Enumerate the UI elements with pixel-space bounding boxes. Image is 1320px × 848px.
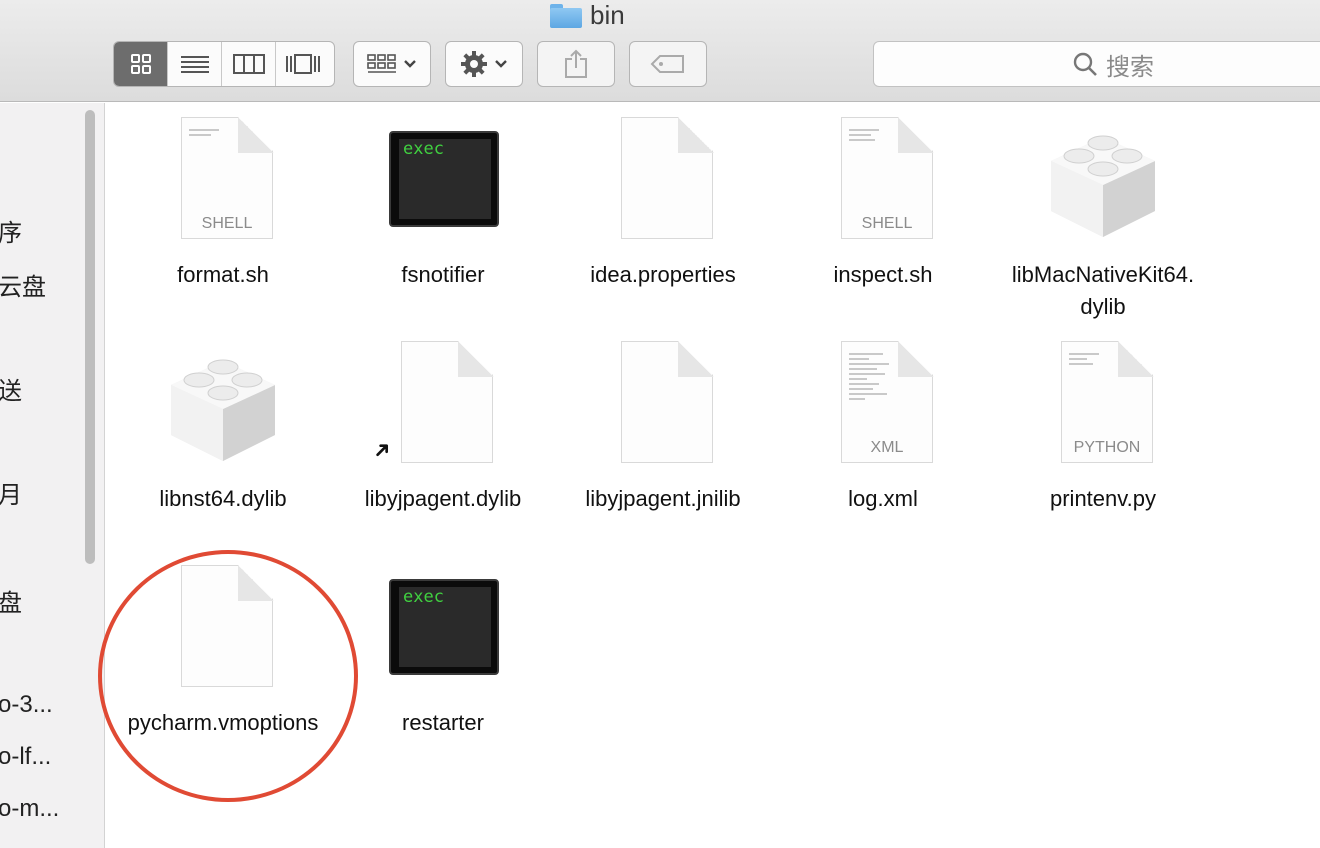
file-type-badge: PYTHON [1073,439,1141,456]
file-item-fsnotifier[interactable]: exec fsnotifier [343,103,543,291]
terminal-exec-icon: exec [389,131,499,227]
sidebar-item[interactable]: 云盘 [0,267,46,302]
arrange-button[interactable] [353,41,431,87]
window-title-text: bin [590,0,625,30]
file-name: printenv.py [1050,486,1156,511]
file-name: libyjpagent.jnilib [585,486,741,511]
exec-label: exec [403,587,444,607]
columns-icon [232,54,265,74]
search-field[interactable]: 搜索 [873,41,1320,87]
file-name: libnst64.dylib [159,486,287,511]
sidebar-item[interactable]: o-lf... [0,743,51,771]
list-icon [180,56,209,73]
cover-flow-icon [286,54,320,74]
search-icon [1073,52,1097,76]
list-view-button[interactable] [168,42,222,86]
file-name: log.xml [848,486,918,511]
sidebar-item[interactable]: 盘 [0,583,22,618]
sidebar-item[interactable]: o-m... [0,795,59,823]
tags-button[interactable] [629,41,707,87]
file-item-inspect-sh[interactable]: SHELL inspect.sh [783,103,983,291]
gear-icon [461,51,487,77]
file-item-restarter[interactable]: exec restarter [343,551,543,739]
sidebar-item[interactable]: 月 [0,475,22,510]
file-item-log-xml[interactable]: XML log.xml [783,327,983,515]
file-name: libMacNativeKit64.dylib [1011,262,1195,319]
chevron-down-icon [404,60,416,68]
file-name: idea.properties [590,262,736,287]
cover-flow-view-button[interactable] [276,42,330,86]
file-item-idea-properties[interactable]: idea.properties [563,103,763,291]
file-item-format-sh[interactable]: SHELL format.sh [123,103,323,291]
finder-toolbar: bin 搜索 [0,0,1320,102]
file-name: restarter [402,710,484,735]
file-type-badge: SHELL [861,215,913,232]
sidebar-item[interactable]: o-3... [0,691,53,719]
dylib-lego-icon [171,359,275,461]
file-item-libyjpagent-dylib[interactable]: ➜ libyjpagent.dylib [343,327,543,515]
file-name: libyjpagent.dylib [364,486,522,511]
tag-icon [650,55,684,73]
arrange-grid-icon [367,54,396,73]
file-item-libyjpagent-jnilib[interactable]: libyjpagent.jnilib [563,327,763,515]
sidebar-scrollbar[interactable] [82,107,98,567]
sidebar-item[interactable]: 序 [0,213,22,248]
file-name: fsnotifier [401,262,485,287]
terminal-exec-icon: exec [389,579,499,675]
action-button[interactable] [445,41,523,87]
file-type-badge: XML [870,439,904,456]
chevron-down-icon [495,60,507,68]
file-item-libmacnativekit64[interactable]: libMacNativeKit64.dylib [1003,103,1203,323]
search-placeholder: 搜索 [1106,53,1154,81]
column-view-button[interactable] [222,42,276,86]
file-item-printenv-py[interactable]: PYTHON printenv.py [1003,327,1203,515]
highlight-circle-annotation [98,550,358,802]
share-button[interactable] [537,41,615,87]
exec-label: exec [403,139,444,159]
file-name: format.sh [177,262,269,287]
alias-arrow-icon: ➜ [366,434,398,466]
share-icon [565,49,587,78]
sidebar: 序 云盘 送 月 盘 o-3... o-lf... o-m... [0,103,105,848]
file-type-badge: SHELL [201,215,253,232]
window-title: bin [550,0,625,30]
grid-icon [130,54,151,74]
view-mode-switcher [113,41,335,87]
file-name: inspect.sh [833,262,933,287]
file-item-libnst64[interactable]: libnst64.dylib [123,327,323,515]
sidebar-item[interactable]: 送 [0,371,22,406]
dylib-lego-icon [1051,135,1155,237]
folder-icon [550,2,582,28]
icon-view-button[interactable] [114,42,168,86]
